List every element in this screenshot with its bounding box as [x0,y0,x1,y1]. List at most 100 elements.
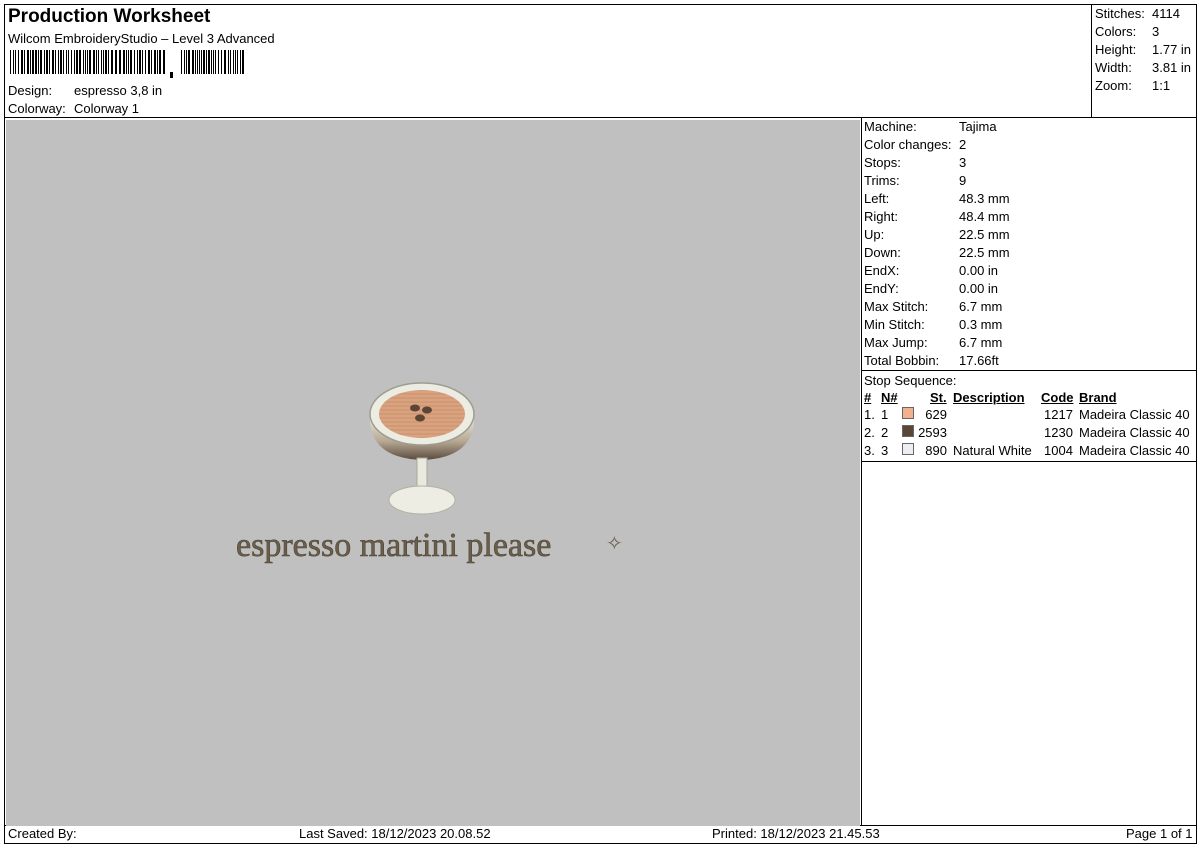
machine-label: Max Stitch: [864,299,929,314]
stop-brand: Madeira Classic 40 [1079,407,1190,422]
machine-row: Right: 48.4 mm [864,209,1194,227]
header-brand: Brand [1079,390,1117,405]
stop-stitches: 629 [925,407,947,422]
stop-needle: 1 [881,407,889,422]
machine-row: Up: 22.5 mm [864,227,1194,245]
machine-label: Total Bobbin: [864,353,940,368]
machine-label: Down: [864,245,901,260]
machine-row: Min Stitch: 0.3 mm [864,317,1194,335]
stop-needle: 2 [881,425,889,440]
machine-row: EndY: 0.00 in [864,281,1194,299]
machine-label: Trims: [864,173,900,188]
machine-label: EndX: [864,263,900,278]
machine-value: 22.5 mm [959,227,1010,242]
machine-value: 17.66ft [959,353,999,368]
software-subtitle: Wilcom EmbroideryStudio – Level 3 Advanc… [8,31,275,46]
stop-sequence-title: Stop Sequence: [864,373,957,388]
design-text: espresso martini please [236,527,551,564]
coffee-bean-icon [422,406,432,414]
stop-index: 1. [864,407,875,422]
stop-brand: Madeira Classic 40 [1079,425,1190,440]
design-preview: espresso martini please ✧ [6,120,860,826]
header-divider [4,117,1196,118]
stop-stitches: 890 [925,443,947,458]
machine-row: Max Stitch: 6.7 mm [864,299,1194,317]
machine-label: Machine: [864,119,917,134]
glass-base [388,485,456,515]
stop-code: 1230 [1044,425,1073,440]
machine-label: Min Stitch: [864,317,925,332]
sparkle-icon: ✧ [606,531,623,555]
stop-end-divider [861,461,1196,462]
design-label: Design: [8,83,53,98]
color-swatch [902,407,914,419]
stop-index: 2. [864,425,875,440]
header-num: # [864,390,872,405]
stop-code: 1004 [1044,443,1073,458]
machine-value: 48.4 mm [959,209,1010,224]
machine-label: Max Jump: [864,335,928,350]
color-swatch [902,443,914,455]
stop-stitches: 2593 [918,425,947,440]
stop-code: 1217 [1044,407,1073,422]
machine-label: Color changes: [864,137,952,152]
stop-index: 3. [864,443,875,458]
header-n: N# [881,390,898,405]
coffee-bean-icon [415,414,425,422]
page-number: Page 1 of 1 [1126,826,1193,841]
summary-row: Height: 1.77 in [1095,42,1192,57]
machine-row: EndX: 0.00 in [864,263,1194,281]
embroidery-artwork: espresso martini please ✧ [236,382,623,564]
stop-brand: Madeira Classic 40 [1079,443,1190,458]
machine-value: 9 [959,173,967,188]
stop-row: 1. 1 629 1217 Madeira Classic 40 [862,407,1198,425]
summary-row: Width: 3.81 in [1095,60,1192,75]
machine-label: Stops: [864,155,901,170]
summary-row: Colors: 3 [1095,24,1160,39]
machine-label: Left: [864,191,890,206]
header-description: Description [953,390,1025,405]
panel-divider [861,117,862,825]
stop-description: Natural White [953,443,1032,458]
machine-row: Machine: Tajima [864,119,1194,137]
summary-row: Stitches: 4114 [1095,6,1180,21]
machine-value: 48.3 mm [959,191,1010,206]
machine-value: 22.5 mm [959,245,1010,260]
colorway-label: Colorway: [8,101,66,116]
header-stitches: St. [930,390,947,405]
summary-divider [1091,4,1092,117]
header-code: Code [1041,390,1074,405]
page-title: Production Worksheet [8,6,211,27]
last-saved: Last Saved: 18/12/2023 20.08.52 [299,826,491,841]
machine-label: Right: [864,209,898,224]
design-value: espresso 3,8 in [74,83,163,98]
machine-value: 2 [959,137,967,152]
coffee-bean-icon [410,404,420,412]
printed-date: Printed: 18/12/2023 21.45.53 [712,826,880,841]
created-by: Created By: [8,826,77,841]
machine-row: Down: 22.5 mm [864,245,1194,263]
machine-row: Total Bobbin: 17.66ft [864,353,1194,371]
frame-top [4,4,1196,5]
coffee-surface [379,390,465,438]
machine-value: 6.7 mm [959,299,1003,314]
stop-row: 2. 2 2593 1230 Madeira Classic 40 [862,425,1198,443]
stop-row: 3. 3 890 Natural White 1004 Madeira Classic 4… [862,443,1198,461]
colorway-value: Colorway 1 [74,101,140,116]
frame-bottom [4,843,1196,844]
machine-label: EndY: [864,281,899,296]
stop-needle: 3 [881,443,889,458]
machine-row: Trims: 9 [864,173,1194,191]
machine-value: 0.3 mm [959,317,1003,332]
summary-row: Zoom: 1:1 [1095,78,1171,93]
machine-row: Max Jump: 6.7 mm [864,335,1194,353]
machine-value: Tajima [959,119,997,134]
machine-value: 6.7 mm [959,335,1003,350]
color-swatch [902,425,914,437]
machine-value: 0.00 in [959,281,999,296]
frame-left [4,4,5,844]
machine-row: Left: 48.3 mm [864,191,1194,209]
machine-label: Up: [864,227,885,242]
machine-value: 0.00 in [959,263,999,278]
barcode-icon [10,50,244,78]
